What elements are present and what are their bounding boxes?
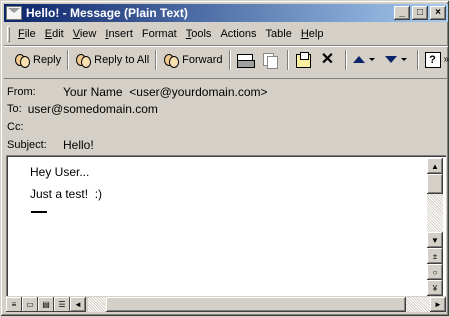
toolbar-options-chevron[interactable]: » <box>444 54 450 65</box>
move-to-folder-button[interactable] <box>292 49 317 71</box>
subject-label: Subject: <box>7 139 47 151</box>
normal-view-icon: ≡ <box>11 299 17 309</box>
scroll-right-button[interactable]: ► <box>430 296 446 312</box>
subject-value[interactable]: Hello! <box>63 138 94 152</box>
previous-item-button[interactable] <box>350 49 382 71</box>
scroll-up-button[interactable]: ▲ <box>427 158 443 174</box>
menu-edit[interactable]: Edit <box>41 28 69 40</box>
delete-button[interactable]: ✕ <box>317 49 342 71</box>
from-label: From: <box>7 86 36 98</box>
body-line: Hey User... <box>30 165 90 179</box>
scroll-left-button[interactable]: ◄ <box>70 296 86 312</box>
menu-view[interactable]: View <box>69 28 102 40</box>
print-layout-view-button[interactable]: ▤ <box>38 296 54 312</box>
text-cursor <box>31 211 47 213</box>
to-value[interactable]: user@somedomain.com <box>28 102 158 116</box>
previous-page-button[interactable]: ± <box>427 248 443 264</box>
reply-all-button[interactable]: Reply to All <box>72 49 152 71</box>
web-layout-view-button[interactable]: ▭ <box>22 296 38 312</box>
copy-button[interactable] <box>259 49 284 71</box>
horizontal-scroll-thumb[interactable] <box>106 296 406 312</box>
horizontal-scrollbar[interactable] <box>88 296 430 312</box>
outline-view-button[interactable]: ☰ <box>54 296 70 312</box>
toolbar-separator <box>344 49 347 70</box>
web-layout-icon: ▭ <box>26 299 34 309</box>
delete-icon: ✕ <box>320 50 335 68</box>
menu-help[interactable]: Help <box>297 28 329 40</box>
help-icon: ? <box>424 51 441 68</box>
move-to-folder-icon <box>295 51 311 68</box>
title-bar[interactable]: Hello! - Message (Plain Text) _ □ × <box>4 4 448 22</box>
close-button[interactable]: × <box>430 6 446 20</box>
menu-tools[interactable]: Tools <box>182 28 217 40</box>
normal-view-button[interactable]: ≡ <box>6 296 22 312</box>
forward-icon <box>163 52 180 68</box>
menu-file[interactable]: File <box>14 28 41 40</box>
message-window: Hello! - Message (Plain Text) _ □ × File… <box>0 0 450 317</box>
menu-format[interactable]: Format <box>138 28 182 40</box>
maximize-button[interactable]: □ <box>412 6 428 20</box>
reply-label: Reply <box>33 53 62 66</box>
view-bar: ≡ ▭ ▤ ☰ ◄ ► <box>6 296 446 312</box>
scroll-down-button[interactable]: ▼ <box>427 232 443 248</box>
copy-icon <box>262 52 278 69</box>
down-arrow-icon <box>384 56 397 63</box>
vertical-scrollbar[interactable]: ▲ ▼ ± ○ ¥ <box>427 158 443 296</box>
minimize-button[interactable]: _ <box>394 6 410 20</box>
to-label: To: <box>7 103 22 115</box>
menu-grip[interactable] <box>7 26 10 42</box>
next-page-button[interactable]: ¥ <box>427 280 443 296</box>
cc-row: Cc: <box>7 118 24 136</box>
window-title: Hello! - Message (Plain Text) <box>26 6 188 20</box>
reply-all-icon <box>75 52 92 68</box>
menu-bar: File Edit View Insert Format Tools Actio… <box>4 24 448 44</box>
reply-button[interactable]: Reply <box>11 49 64 71</box>
standard-toolbar: Reply Reply to All Forward ✕ ? » <box>4 46 450 72</box>
toolbar-separator <box>286 49 289 70</box>
scroll-thumb[interactable] <box>427 174 443 194</box>
menu-actions[interactable]: Actions <box>216 28 261 40</box>
outline-view-icon: ☰ <box>58 299 66 309</box>
toolbar-separator <box>67 49 70 70</box>
message-text[interactable]: Hey User... Just a test! :) <box>30 161 102 205</box>
subject-row: Subject: Hello! <box>7 136 94 154</box>
body-line: Just a test! :) <box>30 187 103 201</box>
forward-button[interactable]: Forward <box>160 49 225 71</box>
up-arrow-icon <box>352 56 365 63</box>
menu-table[interactable]: Table <box>262 28 297 40</box>
reply-all-label: Reply to All <box>94 53 150 66</box>
dropdown-arrow-icon[interactable] <box>368 58 375 61</box>
from-value[interactable]: Your Name <user@yourdomain.com> <box>63 85 268 99</box>
next-item-button[interactable] <box>382 49 414 71</box>
to-row: To: user@somedomain.com <box>7 100 158 118</box>
print-button[interactable] <box>234 49 259 71</box>
printer-icon <box>236 54 255 68</box>
dropdown-arrow-icon[interactable] <box>400 58 407 61</box>
from-row: From: Your Name <user@yourdomain.com> <box>7 83 268 101</box>
menu-insert[interactable]: Insert <box>101 28 138 40</box>
cc-label: Cc: <box>7 121 24 133</box>
envelope-icon <box>6 6 22 20</box>
select-browse-object-button[interactable]: ○ <box>427 264 443 280</box>
print-layout-icon: ▤ <box>42 299 50 309</box>
help-button[interactable]: ? <box>422 49 444 71</box>
message-body[interactable]: Hey User... Just a test! :) <box>6 155 446 296</box>
toolbar-separator <box>228 49 231 70</box>
toolbar-separator <box>155 49 158 70</box>
forward-label: Forward <box>182 53 223 66</box>
toolbar-separator <box>416 49 419 70</box>
reply-icon <box>14 52 30 68</box>
message-header: From: Your Name <user@yourdomain.com> To… <box>4 78 448 154</box>
